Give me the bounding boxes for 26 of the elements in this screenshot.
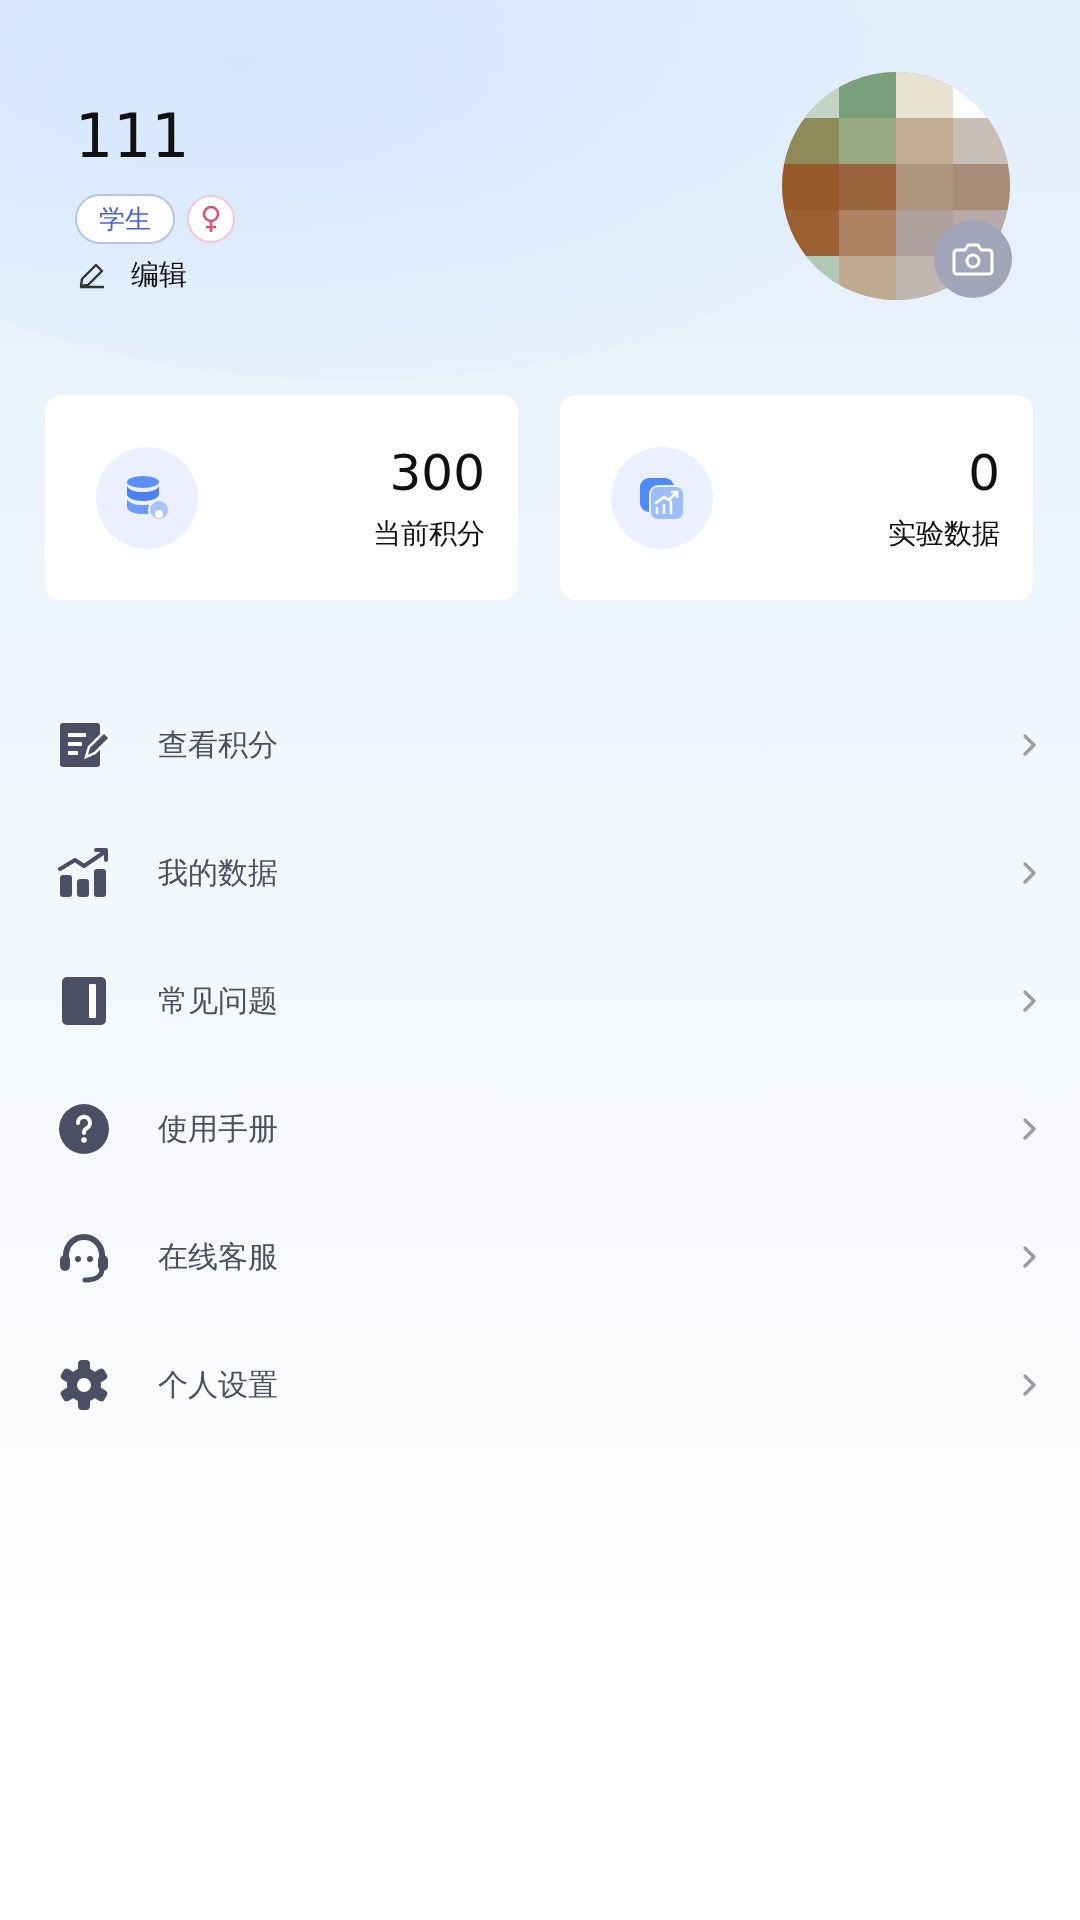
menu-item[interactable]: 常见问题 (58, 937, 1038, 1065)
menu-item[interactable]: 使用手册 (58, 1065, 1038, 1193)
bar-chart-icon (58, 847, 110, 899)
settings-icon (58, 1359, 110, 1411)
stat-value: 0 (967, 442, 1000, 503)
headset-icon (58, 1231, 110, 1283)
stat-label: 实验数据 (888, 515, 1000, 552)
stat-label: 当前积分 (373, 515, 485, 552)
stat-value: 300 (388, 442, 485, 503)
stat-card[interactable]: 0 实验数据 (560, 395, 1033, 600)
chevron-right-icon (1022, 1373, 1038, 1397)
help-icon (58, 1103, 110, 1155)
stat-card[interactable]: 300 当前积分 (45, 395, 518, 600)
chevron-right-icon (1022, 733, 1038, 757)
menu-item[interactable]: 个人设置 (58, 1321, 1038, 1449)
chevron-right-icon (1022, 1117, 1038, 1141)
chevron-right-icon (1022, 861, 1038, 885)
chevron-right-icon (1022, 1245, 1038, 1269)
menu-item[interactable]: 在线客服 (58, 1193, 1038, 1321)
edit-button[interactable]: 编辑 (75, 256, 187, 294)
camera-icon (951, 241, 995, 277)
chevron-right-icon (1022, 989, 1038, 1013)
menu-item[interactable]: 查看积分 (58, 681, 1038, 809)
menu-item[interactable]: 我的数据 (58, 809, 1038, 937)
user-name: 111 (75, 106, 191, 166)
role-tag: 学生 (75, 194, 175, 244)
